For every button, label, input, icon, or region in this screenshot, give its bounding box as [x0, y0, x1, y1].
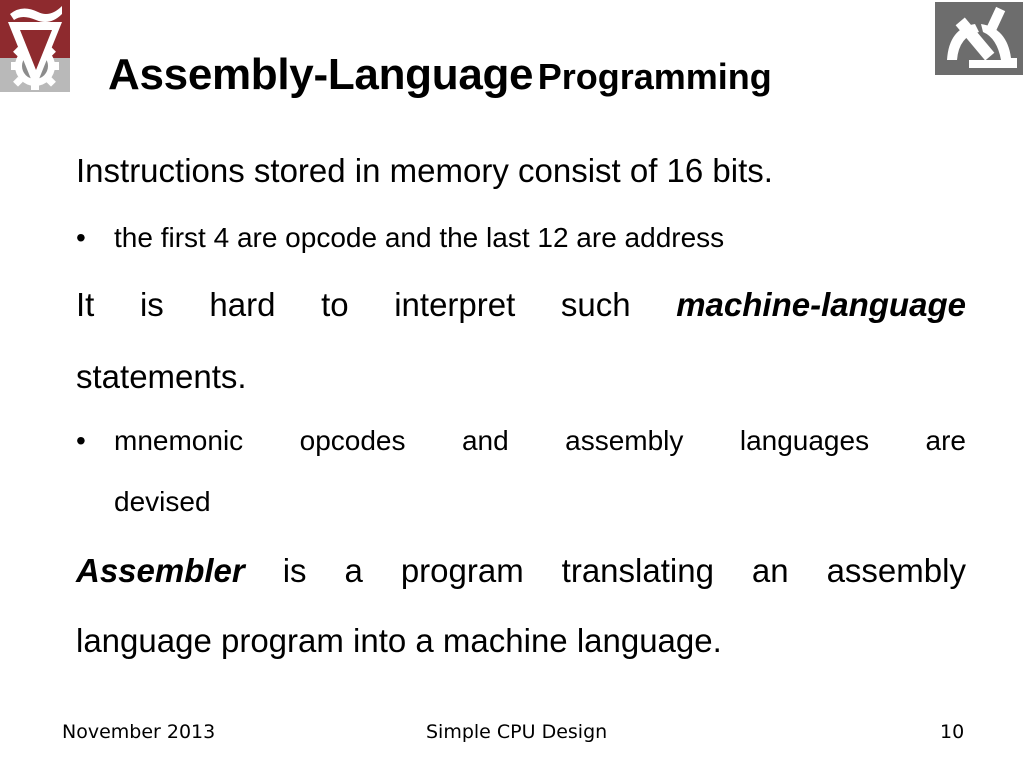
- word: mnemonic: [114, 425, 244, 456]
- technion-logo: [0, 0, 70, 92]
- word: an: [751, 552, 789, 589]
- word: program: [400, 552, 524, 589]
- word: such: [560, 286, 631, 323]
- footer-title: Simple CPU Design: [426, 721, 608, 743]
- word: to: [321, 286, 349, 323]
- word: interpret: [394, 286, 516, 323]
- paragraph-hard-to-interpret: It is hard to interpret such machine-lan…: [76, 286, 966, 324]
- word: is: [282, 552, 307, 589]
- word: It: [76, 286, 95, 323]
- word: translating: [561, 552, 714, 589]
- word: assembly: [565, 425, 684, 456]
- word: opcodes: [299, 425, 406, 456]
- bullet-marker: •: [76, 222, 86, 253]
- word: and: [461, 425, 509, 456]
- paragraph-instructions: Instructions stored in memory consist of…: [76, 152, 773, 189]
- word: are: [925, 425, 966, 456]
- bullet-mnemonic-continuation: devised: [114, 486, 211, 517]
- bullet-mnemonic-opcodes: mnemonic opcodes and assembly languages …: [114, 425, 966, 457]
- page-number: 10: [940, 721, 965, 743]
- paragraph-assembler-continuation: language program into a machine language…: [76, 622, 722, 659]
- slide-title: Assembly-Language Programming: [108, 50, 772, 100]
- word: assembly: [826, 552, 966, 589]
- bullet-marker: •: [76, 425, 86, 456]
- emphasis-assembler: Assembler: [76, 552, 245, 589]
- title-secondary: Programming: [537, 56, 772, 97]
- word: languages: [739, 425, 870, 456]
- paragraph-assembler: Assembler is a program translating an as…: [76, 552, 966, 590]
- paragraph-statements: statements.: [76, 358, 247, 395]
- word: is: [139, 286, 164, 323]
- department-logo: [935, 2, 1023, 75]
- emphasis-machine-language: machine-language: [676, 286, 966, 323]
- footer-date: November 2013: [62, 721, 216, 743]
- title-main: Assembly-Language: [108, 50, 534, 99]
- word: hard: [209, 286, 276, 323]
- word: a: [344, 552, 363, 589]
- bullet-opcode-address: the first 4 are opcode and the last 12 a…: [114, 222, 725, 253]
